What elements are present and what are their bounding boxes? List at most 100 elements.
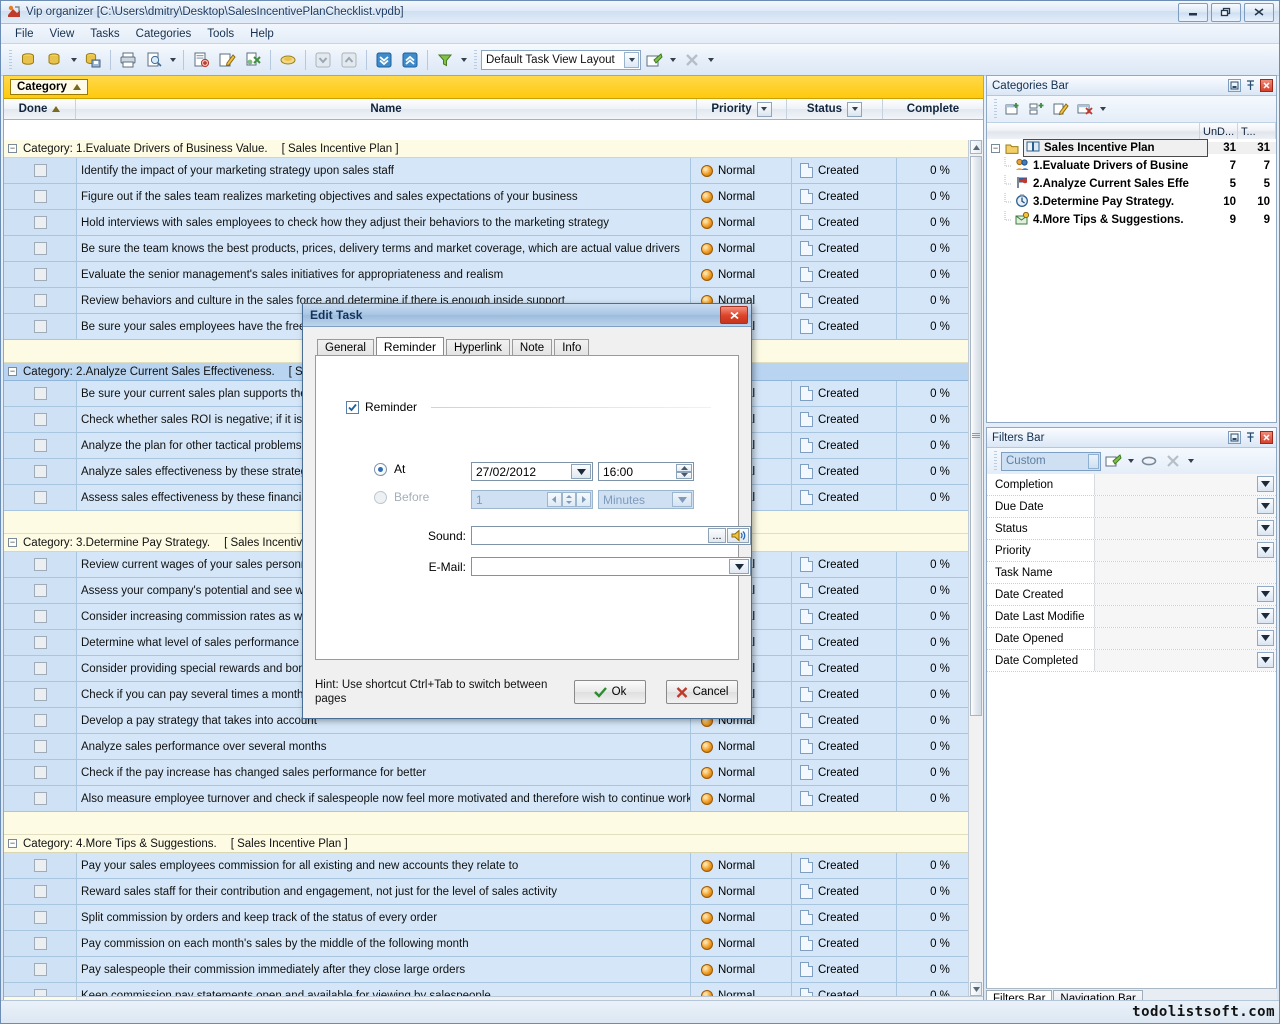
filter-dropdown-icon[interactable] (1257, 542, 1274, 558)
filter-value-cell[interactable] (1095, 650, 1276, 671)
done-checkbox[interactable] (34, 439, 47, 452)
status-cell[interactable]: Created (792, 459, 897, 484)
status-cell[interactable]: Created (792, 905, 897, 930)
filter-value-cell[interactable] (1095, 518, 1276, 539)
done-cell[interactable] (4, 931, 77, 956)
done-checkbox[interactable] (34, 792, 47, 805)
status-cell[interactable]: Created (792, 786, 897, 811)
status-cell[interactable]: Created (792, 262, 897, 287)
filter-row[interactable]: Date Completed (987, 650, 1276, 672)
reminder-icon[interactable] (276, 48, 300, 72)
menu-item-tasks[interactable]: Tasks (82, 26, 127, 42)
apply-layout-icon[interactable] (642, 48, 666, 72)
done-checkbox[interactable] (34, 662, 47, 675)
move-up-icon[interactable] (337, 48, 361, 72)
status-cell[interactable]: Created (792, 314, 897, 339)
status-cell[interactable]: Created (792, 630, 897, 655)
table-row[interactable]: Analyze sales performance over several m… (4, 734, 983, 760)
priority-cell[interactable]: Normal (691, 184, 792, 209)
toolbar-grip[interactable] (9, 50, 12, 70)
filters-grid[interactable]: CompletionDue DateStatusPriorityTask Nam… (987, 474, 1276, 996)
status-cell[interactable]: Created (792, 485, 897, 510)
edit-task-icon[interactable] (215, 48, 239, 72)
column-header-status[interactable]: Status (787, 99, 883, 119)
task-name-cell[interactable]: Check if the pay increase has changed sa… (77, 760, 691, 785)
status-cell[interactable]: Created (792, 381, 897, 406)
at-radio[interactable] (374, 463, 387, 476)
filter-dropdown-icon[interactable] (1257, 652, 1274, 668)
clear-filter-icon[interactable] (1138, 450, 1160, 472)
sound-field[interactable]: ... (471, 526, 751, 545)
table-row[interactable]: Hold interviews with sales employees to … (4, 210, 983, 236)
scrollbar-thumb[interactable] (970, 156, 982, 716)
status-cell[interactable]: Created (792, 578, 897, 603)
chevron-down-icon[interactable] (624, 52, 639, 68)
status-cell[interactable]: Created (792, 288, 897, 313)
tree-expander[interactable]: − (987, 144, 1005, 153)
task-name-cell[interactable]: Evaluate the senior management's sales i… (77, 262, 691, 287)
task-name-cell[interactable]: Be sure the team knows the best products… (77, 236, 691, 261)
time-spinner[interactable] (676, 464, 692, 479)
tab-general[interactable]: General (317, 339, 374, 356)
menu-item-view[interactable]: View (42, 26, 83, 42)
done-checkbox[interactable] (34, 216, 47, 229)
priority-cell[interactable]: Normal (691, 760, 792, 785)
collapse-icon[interactable]: − (8, 367, 17, 376)
filter-row[interactable]: Date Created (987, 584, 1276, 606)
before-value-field[interactable]: 1 (471, 490, 593, 509)
done-checkbox[interactable] (34, 294, 47, 307)
open-database-icon[interactable] (43, 48, 67, 72)
category-group-row[interactable]: −Category: 1.Evaluate Drivers of Busines… (4, 140, 983, 158)
done-checkbox[interactable] (34, 413, 47, 426)
priority-filter-icon[interactable] (757, 102, 772, 117)
done-cell[interactable] (4, 381, 77, 406)
filter-row[interactable]: Date Last Modifie (987, 606, 1276, 628)
print-icon[interactable] (116, 48, 140, 72)
group-by-category-pill[interactable]: Category (10, 79, 88, 95)
table-row[interactable]: Pay salespeople their commission immedia… (4, 957, 983, 983)
filter-dropdown-icon[interactable] (461, 58, 467, 62)
status-cell[interactable]: Created (792, 931, 897, 956)
priority-cell[interactable]: Normal (691, 879, 792, 904)
email-dropdown-icon[interactable] (729, 559, 749, 574)
status-cell[interactable]: Created (792, 760, 897, 785)
new-subcategory-icon[interactable] (1026, 98, 1048, 120)
collapse-icon[interactable]: − (8, 839, 17, 848)
filter-value-cell[interactable] (1095, 540, 1276, 561)
grid-vertical-scrollbar[interactable] (968, 140, 983, 996)
spinner-left-icon[interactable] (547, 492, 562, 507)
done-cell[interactable] (4, 853, 77, 878)
task-name-cell[interactable]: Figure out if the sales team realizes ma… (77, 184, 691, 209)
column-header-complete[interactable]: Complete (883, 99, 983, 119)
done-checkbox[interactable] (34, 610, 47, 623)
done-checkbox[interactable] (34, 636, 47, 649)
done-cell[interactable] (4, 656, 77, 681)
toolbar-overflow-icon[interactable] (708, 58, 714, 62)
sound-browse-button[interactable]: ... (708, 528, 726, 543)
filter-row[interactable]: Due Date (987, 496, 1276, 518)
done-checkbox[interactable] (34, 937, 47, 950)
menu-item-file[interactable]: File (7, 26, 42, 42)
filter-value-cell[interactable] (1095, 474, 1276, 495)
done-checkbox[interactable] (34, 320, 47, 333)
done-cell[interactable] (4, 262, 77, 287)
done-checkbox[interactable] (34, 558, 47, 571)
done-cell[interactable] (4, 879, 77, 904)
priority-cell[interactable]: Normal (691, 931, 792, 956)
column-header-done[interactable]: Done (4, 99, 76, 119)
reminder-checkbox[interactable] (346, 401, 359, 414)
done-cell[interactable] (4, 682, 77, 707)
done-checkbox[interactable] (34, 963, 47, 976)
delete-filter-icon[interactable] (1162, 450, 1184, 472)
ok-button[interactable]: Ok (574, 680, 646, 704)
category-group-row[interactable]: −Category: 4.More Tips & Suggestions.[ S… (4, 835, 983, 853)
table-row[interactable]: Keep commission pay statements open and … (4, 983, 983, 996)
tree-column-total[interactable]: T... (1238, 123, 1276, 140)
priority-cell[interactable]: Normal (691, 158, 792, 183)
done-checkbox[interactable] (34, 190, 47, 203)
edit-category-icon[interactable] (1050, 98, 1072, 120)
task-name-cell[interactable]: Hold interviews with sales employees to … (77, 210, 691, 235)
done-cell[interactable] (4, 760, 77, 785)
move-down-icon[interactable] (311, 48, 335, 72)
done-checkbox[interactable] (34, 242, 47, 255)
